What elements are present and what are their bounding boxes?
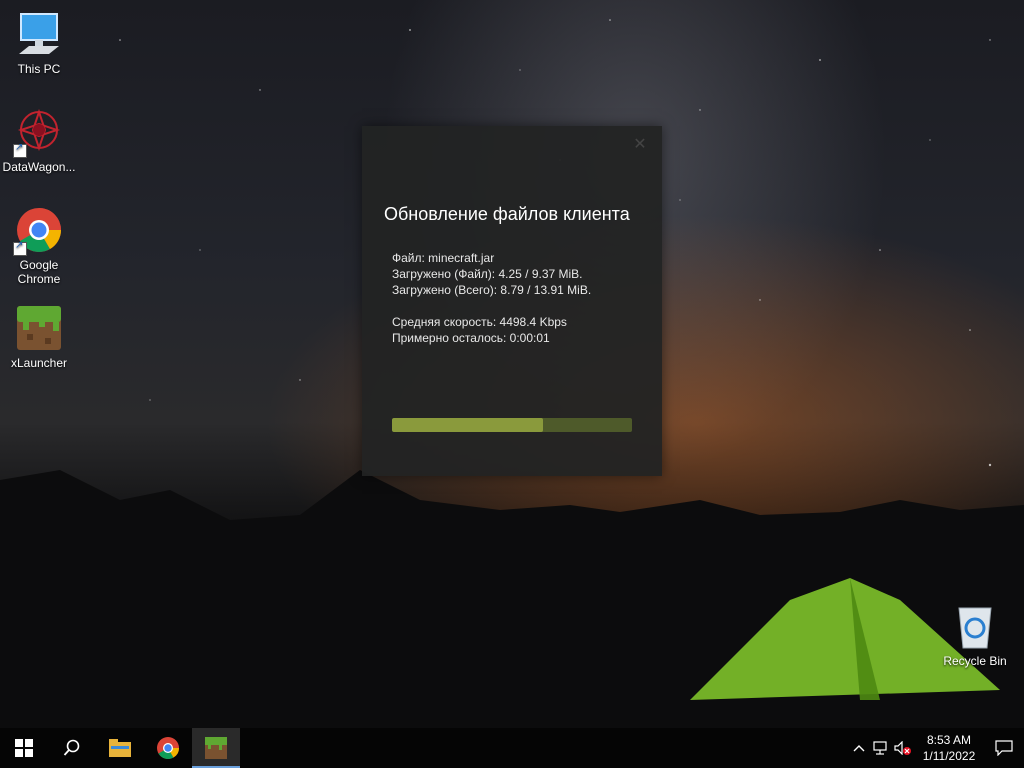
desktop-icon-label: This PC [17, 62, 61, 76]
downloaded-total-text: Загружено (Всего): 8.79 / 13.91 MiB. [392, 283, 592, 297]
volume-button[interactable] [892, 728, 914, 768]
update-dialog: ✕ Обновление файлов клиента Файл: minecr… [362, 126, 662, 476]
desktop-icon-this-pc[interactable]: This PC [1, 10, 77, 76]
desktop-icon-datawagon[interactable]: DataWagon... [1, 108, 77, 174]
chevron-up-icon [853, 745, 865, 752]
show-hidden-icons-button[interactable] [848, 728, 870, 768]
shortcut-arrow-icon [13, 142, 27, 158]
clock-time: 8:53 AM [926, 733, 972, 747]
desktop-icon-label: Recycle Bin [943, 654, 1007, 668]
minecraft-grass-icon [15, 304, 63, 352]
minecraft-grass-icon [205, 737, 227, 759]
chrome-icon [157, 737, 179, 759]
volume-muted-icon [894, 741, 911, 755]
file-explorer-icon [109, 739, 131, 757]
start-button[interactable] [0, 728, 48, 768]
computer-icon [15, 10, 63, 58]
taskbar-xlauncher[interactable] [192, 728, 240, 768]
action-center-button[interactable] [984, 728, 1024, 768]
start-icon [15, 739, 33, 757]
shortcut-arrow-icon [13, 240, 27, 256]
average-speed-text: Средняя скорость: 4498.4 Kbps [392, 315, 567, 329]
taskbar-clock[interactable]: 8:53 AM 1/11/2022 [914, 732, 984, 764]
search-button[interactable] [48, 728, 96, 768]
taskbar-chrome[interactable] [144, 728, 192, 768]
datawagon-icon [13, 108, 63, 158]
file-name-text: Файл: minecraft.jar [392, 251, 495, 265]
taskbar-file-explorer[interactable] [96, 728, 144, 768]
system-tray: 8:53 AM 1/11/2022 [848, 728, 1024, 768]
close-icon[interactable]: ✕ [630, 134, 650, 154]
recycle-bin-icon [951, 602, 999, 650]
search-icon [63, 739, 80, 756]
network-button[interactable] [870, 728, 892, 768]
desktop-icon-recycle-bin[interactable]: Recycle Bin [937, 602, 1013, 668]
clock-date: 1/11/2022 [922, 749, 976, 763]
time-remaining-text: Примерно осталось: 0:00:01 [392, 331, 550, 345]
chrome-icon [13, 206, 63, 256]
dialog-title: Обновление файлов клиента [384, 204, 630, 224]
progress-bar [392, 418, 632, 432]
desktop-icon-label: xLauncher [10, 356, 68, 370]
desktop-icon-xlauncher[interactable]: xLauncher [1, 304, 77, 370]
network-icon [873, 741, 887, 755]
desktop-icon-label: DataWagon... [2, 160, 76, 174]
desktop-icon-google-chrome[interactable]: Google Chrome [1, 206, 77, 286]
taskbar: 8:53 AM 1/11/2022 [0, 728, 1024, 768]
desktop-icon-label: Google Chrome [17, 258, 61, 286]
downloaded-file-text: Загружено (Файл): 4.25 / 9.37 MiB. [392, 267, 583, 281]
download-info: Файл: minecraft.jar Загружено (Файл): 4.… [392, 250, 591, 346]
notification-icon [995, 740, 1013, 756]
progress-fill [392, 418, 544, 432]
